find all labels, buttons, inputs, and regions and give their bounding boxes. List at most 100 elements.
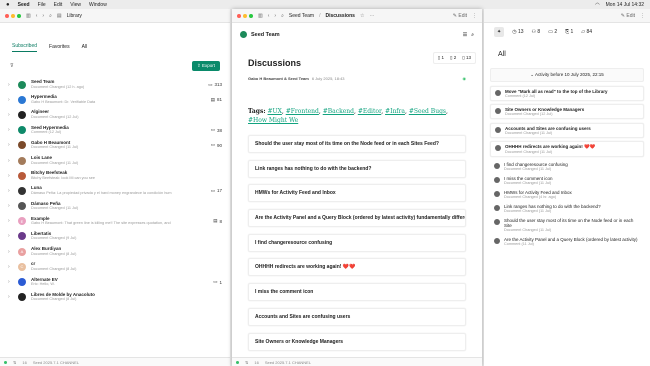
sidebar-toggle-icon[interactable]: ▥ [258,13,263,19]
chevron-right-icon[interactable]: › [8,203,13,209]
activity-item[interactable]: HMWs for Activity Feed and Inbox Document… [490,189,644,200]
library-row[interactable]: › Seed Team Document Changed (12 h. ago) ▭ 3… [8,77,222,92]
discussion-card[interactable]: OHHHH redirects are working again! ❤️❤️ [248,258,466,277]
library-row[interactable]: › E Example Gabo H Beaumont: That green lin… [8,214,222,229]
tab-subscribed[interactable]: Subscribed [12,43,38,52]
discussion-card[interactable]: Accounts and Sites are confusing users [248,307,466,326]
tag-link[interactable]: #Editor [358,108,381,115]
search-icon[interactable]: ⌕ [281,13,284,19]
maximize-icon[interactable] [17,13,21,18]
chevron-right-icon[interactable]: › [8,294,13,300]
chevron-right-icon[interactable]: › [8,249,13,255]
activity-item[interactable]: I find changeresource confusing Document … [490,161,644,172]
filter-folders[interactable]: ▱ 84 [581,29,592,35]
menu-window[interactable]: Window [89,2,107,8]
filter-links[interactable]: ⎘ 1 [565,29,573,35]
back-icon[interactable]: ‹ [36,13,38,19]
library-row[interactable]: › Luna Dámaso Peña: La propiedad privada y… [8,183,222,198]
minimize-icon[interactable] [243,13,247,18]
filter-icon[interactable]: ⊽ [10,63,14,69]
tag-link[interactable]: #Seed Bugs [409,108,446,115]
library-row[interactable]: › Libertatis Document Changed (9 Jul) [8,229,222,244]
forward-icon[interactable]: › [274,13,276,19]
tag-link[interactable]: #Infra [385,108,405,115]
more-icon[interactable]: ⋯ [369,13,374,19]
library-row[interactable]: › Seed Hypermedia Comment (12 Jul) ▭ 38 [8,123,222,138]
breadcrumb-page[interactable]: Discussions [325,13,354,19]
activity-item[interactable]: Link ranges has nothing to do with the b… [490,203,644,214]
tag-link[interactable]: #Backend [323,108,354,115]
activity-tab-icon[interactable]: ✦ [494,27,505,37]
export-button[interactable]: ⇪ Export [191,61,220,71]
activity-item[interactable]: OHHHH redirects are working again! ❤️❤️ D… [490,141,644,158]
chevron-right-icon[interactable]: › [8,218,13,224]
menu-icon[interactable]: ☰ [463,32,467,38]
tab-favorites[interactable]: Favorites [49,44,70,50]
tag-link[interactable]: #Frontend [286,108,319,115]
forward-icon[interactable]: › [42,13,44,19]
breadcrumb-site[interactable]: Seed Team [289,13,314,19]
library-row[interactable]: › Alternate EV Eric: Hello, W. ▭ 1 [8,274,222,289]
search-icon[interactable]: ⌕ [49,13,52,19]
activity-item[interactable]: Are the Activity Panel and a Query Block… [490,236,644,247]
discussion-card[interactable]: I find changeresource confusing [248,233,466,252]
maximize-icon[interactable] [249,13,253,18]
chevron-right-icon[interactable]: › [8,264,13,270]
library-row[interactable]: › Hypermedia Gabo H Beaumont: Dr. Verifiab… [8,92,222,107]
edit-button[interactable]: ✎ Edit [453,13,467,19]
chevron-right-icon[interactable]: › [8,173,13,179]
comments-count[interactable]: ▯ 13 [462,55,471,61]
activity-item[interactable]: Accounts and Sites are confusing users Do… [490,122,644,138]
activity-item[interactable]: Site Owners or Knowledge Managers Documen… [490,104,644,120]
discussion-card[interactable]: Link ranges has nothing to do with the b… [248,159,466,178]
citations-count[interactable]: ▯ 2 [450,55,456,61]
discussion-card[interactable]: Site Owners or Knowledge Managers [248,332,466,351]
filter-comments[interactable]: ▭ 2 [548,29,557,35]
versions-count[interactable]: ▯ 1 [438,55,444,61]
activity-item[interactable]: Move "Mark all as read" to the top of th… [490,86,644,101]
library-row[interactable]: › Bitchy Beefsteak Bitchy Beefsteak: look … [8,168,222,183]
menu-file[interactable]: File [38,2,46,8]
library-row[interactable]: › A Alex Burdiyan Document Changed (8 Jul) [8,244,222,259]
back-icon[interactable]: ‹ [268,13,270,19]
library-row[interactable]: › Gabo H Beaumont Document Changed (11 Jul… [8,138,222,153]
chevron-right-icon[interactable]: › [8,112,13,118]
chevron-right-icon[interactable]: › [8,127,13,133]
star-icon[interactable]: ☆ [360,13,364,19]
discussion-card[interactable]: I miss the comment icon [248,283,466,302]
chevron-right-icon[interactable]: › [8,233,13,239]
menu-edit[interactable]: Edit [54,2,63,8]
chevron-right-icon[interactable]: › [8,97,13,103]
library-row[interactable]: › Libres de Molde by Anacoluto Document Ch… [8,290,222,305]
discussion-card[interactable]: HMWs for Activity Feed and Inbox [248,184,466,203]
menu-view[interactable]: View [70,2,81,8]
library-row[interactable]: › Ccr Document Changed (8 Jul) [8,259,222,274]
site-logo[interactable] [240,31,247,38]
chevron-right-icon[interactable]: › [8,142,13,148]
clock[interactable]: Mon 14 Jul 14:32 [606,2,644,8]
tab-all[interactable]: All [82,44,88,50]
close-icon[interactable] [5,13,9,18]
activity-item[interactable]: I miss the comment icon Document Changed … [490,175,644,186]
discussion-card[interactable]: Should the user stay most of its time on… [248,135,466,153]
chevron-right-icon[interactable]: › [8,158,13,164]
tag-link[interactable]: #How Might We [248,117,298,124]
options-icon[interactable]: ⋮ [472,13,477,19]
sidebar-toggle-icon[interactable]: ▥ [26,13,31,19]
library-row[interactable]: › Lois Lane Document Changed (11 Jul) [8,153,222,168]
tag-link[interactable]: #UX [268,108,282,115]
authors[interactable]: Gabo H Beaumont & Seed Team [248,76,309,81]
close-icon[interactable] [237,13,241,18]
activity-item[interactable]: Should the user stay most of its time on… [490,217,644,233]
apple-icon[interactable]: ● [6,2,10,8]
wifi-icon[interactable]: ◠ [595,2,599,8]
chevron-right-icon[interactable]: › [8,188,13,194]
app-menu[interactable]: Seed [18,2,30,8]
minimize-icon[interactable] [11,13,15,18]
filter-people[interactable]: ⚇ 8 [532,29,541,35]
search-icon[interactable]: ⌕ [471,32,474,38]
chevron-right-icon[interactable]: › [8,279,13,285]
activity-group-toggle[interactable]: ⌄ Activity before 10 July 2025, 22:15 [490,68,644,82]
site-name[interactable]: Seed Team [251,32,280,38]
chevron-right-icon[interactable]: › [8,82,13,88]
